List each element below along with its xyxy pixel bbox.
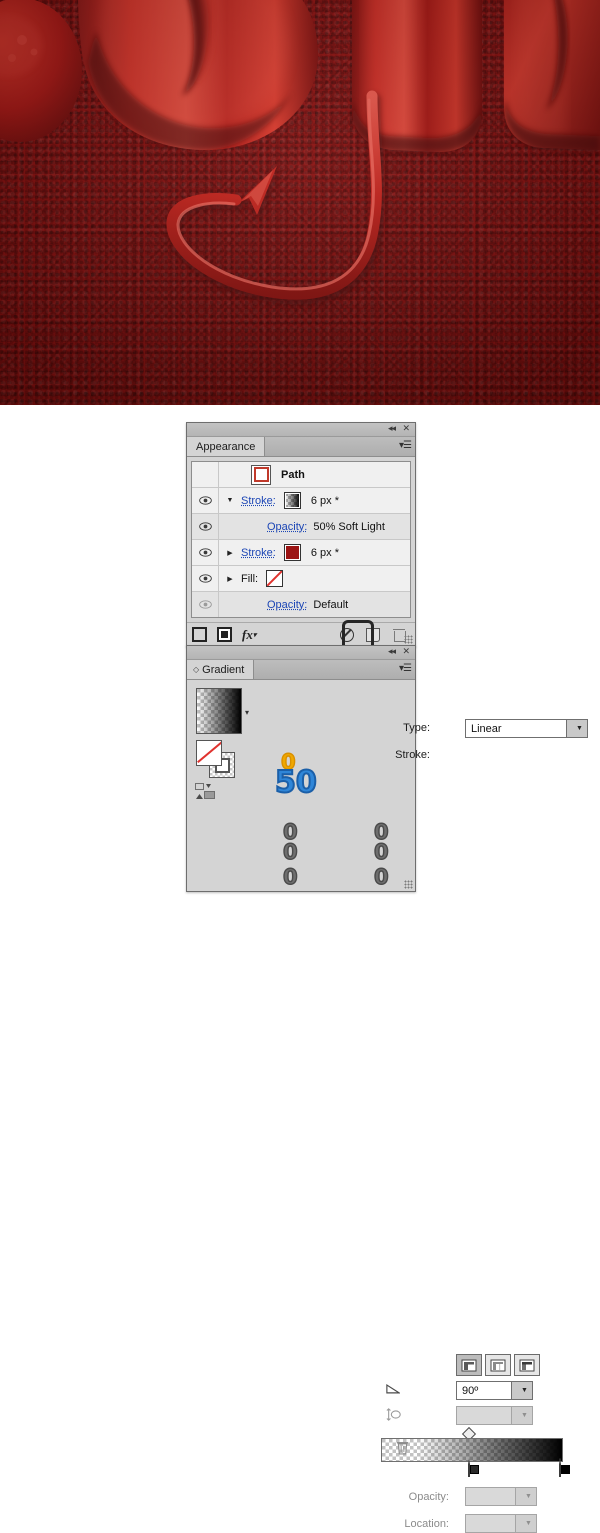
gradient-tab-row: ◇ Gradient ▾☰ bbox=[187, 660, 415, 680]
artwork-vignette bbox=[0, 0, 600, 405]
delete-gradient-stop-button[interactable] bbox=[397, 1441, 408, 1455]
gradient-stop-1[interactable] bbox=[468, 1459, 479, 1474]
fill-target-swatch[interactable] bbox=[196, 740, 222, 766]
tab-gradient-label: Gradient bbox=[202, 664, 244, 676]
appearance-row-stroke-gradient[interactable]: ▼ Stroke: 6 px * bbox=[192, 488, 410, 514]
opacity-label-1[interactable]: Opacity: bbox=[267, 521, 307, 533]
visibility-cell bbox=[192, 462, 219, 487]
gradient-within-stroke-button[interactable] bbox=[456, 1354, 482, 1376]
path-thumbnail bbox=[241, 465, 281, 485]
stroke-gradient-swatch[interactable] bbox=[284, 492, 301, 509]
aspect-ratio-icon bbox=[386, 1408, 402, 1421]
visibility-toggle-stroke-gradient[interactable] bbox=[192, 488, 219, 513]
duplicate-item-button[interactable] bbox=[366, 628, 380, 642]
reverse-gradient-icon[interactable] bbox=[195, 782, 217, 800]
tab-appearance[interactable]: Appearance bbox=[187, 437, 265, 456]
fill-label: Fill: bbox=[241, 573, 258, 585]
gradient-preview-swatch[interactable] bbox=[196, 688, 242, 734]
appearance-item-list: Path ▼ Stroke: 6 px * Opacity: 50% Soft … bbox=[191, 461, 411, 618]
visibility-toggle-opacity-1[interactable] bbox=[192, 514, 219, 539]
clear-appearance-button[interactable] bbox=[340, 628, 354, 642]
gradient-panel: ◂◂ ✕ ◇ Gradient ▾☰ ▾ Type: Linear ▼ Stro… bbox=[186, 645, 416, 892]
gradient-type-value: Linear bbox=[466, 723, 502, 735]
disclosure-closed-icon-1[interactable]: ▶ bbox=[219, 549, 241, 557]
opacity-label-2[interactable]: Opacity: bbox=[267, 599, 307, 611]
gradient-resize-grip[interactable] bbox=[404, 880, 413, 889]
appearance-row-opacity-soft-light[interactable]: Opacity: 50% Soft Light bbox=[192, 514, 410, 540]
appearance-titlebar: ◂◂ ✕ bbox=[187, 423, 415, 437]
opacity-value-1[interactable]: 50% Soft Light bbox=[313, 521, 385, 533]
disclosure-closed-icon-2[interactable]: ▶ bbox=[219, 575, 241, 583]
fill-stroke-indicator bbox=[196, 740, 234, 776]
chevron-down-icon[interactable]: ▼ bbox=[515, 1488, 536, 1505]
panel-menu-icon[interactable]: ▾☰ bbox=[399, 663, 411, 675]
appearance-row-opacity-default[interactable]: Opacity: Default bbox=[192, 592, 410, 617]
diamond-arrow-icon: ◇ bbox=[193, 665, 199, 674]
gradient-panel-body: ▾ Type: Linear ▼ Stroke: bbox=[187, 680, 415, 925]
delete-item-button[interactable] bbox=[394, 629, 404, 641]
gradient-titlebar: ◂◂ ✕ bbox=[187, 646, 415, 660]
stroke-gradient-label[interactable]: Stroke: bbox=[241, 495, 276, 507]
stroke-red-swatch[interactable] bbox=[284, 544, 301, 561]
collapse-icon[interactable]: ◂◂ bbox=[388, 424, 395, 435]
illustrator-artwork-canvas bbox=[0, 0, 600, 405]
stroke-red-label[interactable]: Stroke: bbox=[241, 547, 276, 559]
collapse-icon[interactable]: ◂◂ bbox=[388, 647, 395, 658]
gradient-location-field[interactable]: ▼ bbox=[465, 1514, 537, 1533]
close-icon[interactable]: ✕ bbox=[402, 647, 410, 658]
gradient-opacity-label: Opacity: bbox=[383, 1491, 449, 1503]
visibility-toggle-fill[interactable] bbox=[192, 566, 219, 591]
add-new-stroke-button[interactable] bbox=[192, 627, 207, 642]
angle-icon bbox=[386, 1383, 400, 1394]
gradient-angle-value: 90º bbox=[457, 1385, 478, 1397]
appearance-row-path[interactable]: Path bbox=[192, 462, 410, 488]
gradient-across-stroke-button[interactable] bbox=[514, 1354, 540, 1376]
panel-menu-icon[interactable]: ▾☰ bbox=[399, 440, 411, 452]
visibility-toggle-opacity-2[interactable] bbox=[192, 592, 219, 617]
chevron-down-icon[interactable]: ▼ bbox=[511, 1407, 532, 1424]
gradient-location-label: Location: bbox=[383, 1518, 449, 1530]
gradient-along-stroke-button[interactable] bbox=[485, 1354, 511, 1376]
chevron-down-icon[interactable]: ▼ bbox=[566, 720, 587, 737]
stroke-gradient-type-group bbox=[456, 1354, 540, 1376]
gradient-angle-field[interactable]: 90º ▼ bbox=[456, 1381, 533, 1400]
fill-none-swatch[interactable] bbox=[266, 570, 283, 587]
appearance-panel: ◂◂ ✕ Appearance ▾☰ Path ▼ Stroke: 6 px * bbox=[186, 422, 416, 647]
disclosure-open-icon[interactable]: ▼ bbox=[219, 497, 241, 504]
opacity-value-2[interactable]: Default bbox=[313, 599, 348, 611]
appearance-resize-grip[interactable] bbox=[404, 635, 413, 644]
gradient-type-select[interactable]: Linear ▼ bbox=[465, 719, 588, 738]
add-effect-button[interactable]: fx ▾ bbox=[242, 627, 256, 643]
gradient-presets-caret-icon[interactable]: ▾ bbox=[245, 708, 249, 717]
stroke-label: Stroke: bbox=[372, 749, 430, 761]
stroke-red-weight[interactable]: 6 px * bbox=[311, 547, 339, 559]
gradient-stop-2[interactable] bbox=[559, 1459, 570, 1474]
visibility-toggle-stroke-red[interactable] bbox=[192, 540, 219, 565]
chevron-down-icon[interactable]: ▼ bbox=[515, 1515, 536, 1532]
type-label: Type: bbox=[372, 722, 430, 734]
add-new-fill-button[interactable] bbox=[217, 627, 232, 642]
stroke-gradient-weight[interactable]: 6 px * bbox=[311, 495, 339, 507]
gradient-aspect-field[interactable]: ▼ bbox=[456, 1406, 533, 1425]
tab-appearance-label: Appearance bbox=[196, 441, 255, 453]
tab-gradient[interactable]: ◇ Gradient bbox=[187, 660, 254, 679]
appearance-row-fill[interactable]: ▶ Fill: bbox=[192, 566, 410, 592]
appearance-object-label: Path bbox=[281, 469, 305, 481]
close-icon[interactable]: ✕ bbox=[402, 424, 410, 435]
chevron-down-icon[interactable]: ▼ bbox=[511, 1382, 532, 1399]
appearance-row-stroke-red[interactable]: ▶ Stroke: 6 px * bbox=[192, 540, 410, 566]
gradient-opacity-field[interactable]: ▼ bbox=[465, 1487, 537, 1506]
appearance-footer-toolbar: fx ▾ bbox=[187, 622, 415, 646]
appearance-tab-row: Appearance ▾☰ bbox=[187, 437, 415, 457]
